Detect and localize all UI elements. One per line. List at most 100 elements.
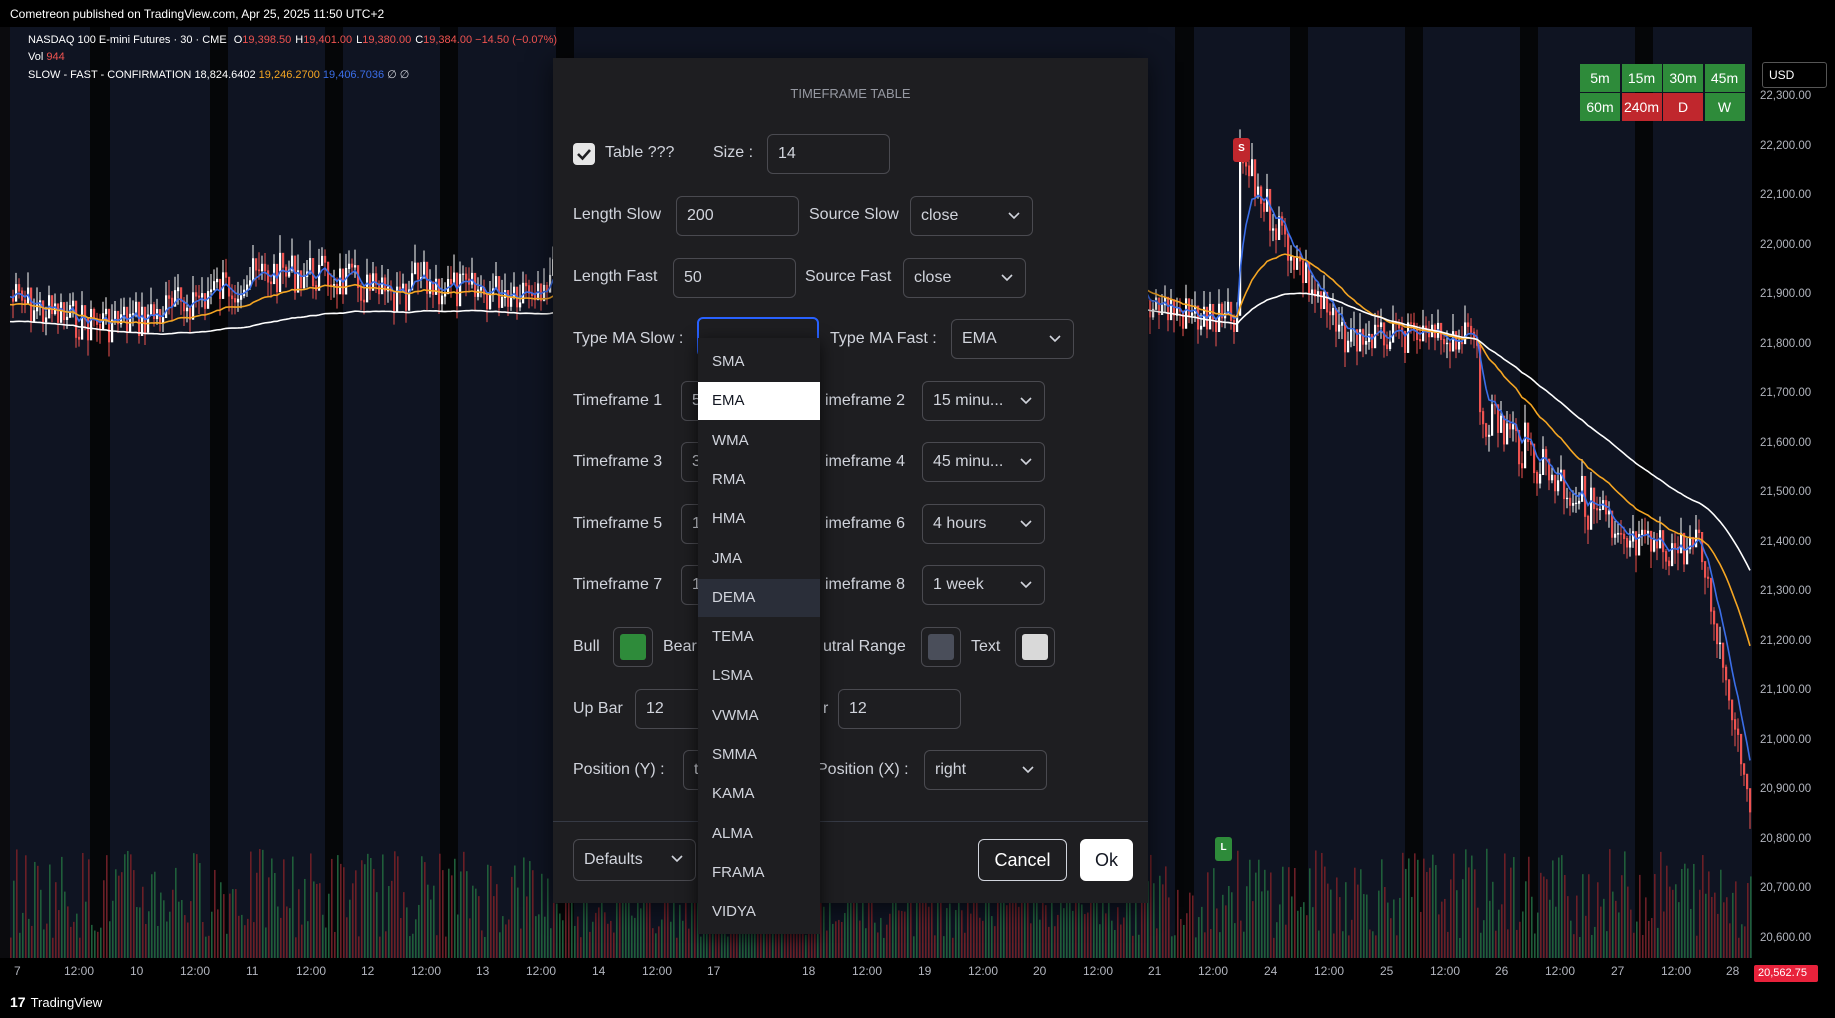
volume-bar bbox=[1726, 897, 1728, 958]
volume-bar bbox=[1549, 899, 1551, 958]
timeframe-6-select[interactable]: 4 hours bbox=[922, 504, 1045, 544]
volume-bar bbox=[1546, 879, 1548, 958]
volume-bar bbox=[1255, 872, 1257, 958]
time-tick-label: 12:00 bbox=[411, 964, 442, 978]
price-axis[interactable]: USD 20,562.75 22,300.00 22,200.00 22,100.0… bbox=[1752, 27, 1835, 983]
volume-bar bbox=[1657, 927, 1659, 958]
candle-body bbox=[1668, 560, 1671, 567]
volume-bar bbox=[1594, 926, 1596, 958]
long-signal-marker: L bbox=[1215, 837, 1232, 861]
candle-body bbox=[60, 302, 63, 323]
volume-bar bbox=[1723, 902, 1725, 958]
ma-option-vidya[interactable]: VIDYA bbox=[698, 893, 820, 931]
time-axis[interactable]: 7 12:00 10 12:00 11 12:00 12 12:00 13 12:00 14 12:0… bbox=[0, 958, 1752, 983]
candle-body bbox=[153, 304, 156, 320]
time-tick-label: 12:00 bbox=[642, 964, 673, 978]
length-slow-input[interactable]: 200 bbox=[676, 196, 799, 236]
volume-bar bbox=[1459, 937, 1461, 958]
candle-body bbox=[1731, 699, 1734, 721]
ma-option-ema[interactable]: EMA bbox=[698, 382, 820, 421]
volume-bar bbox=[1234, 923, 1236, 958]
session-break bbox=[1520, 27, 1538, 958]
ma-option-kama[interactable]: KAMA bbox=[698, 775, 820, 813]
volume-bar bbox=[1414, 853, 1416, 958]
timeframe-8-select[interactable]: 1 week bbox=[922, 565, 1045, 605]
ma-option-wma[interactable]: WMA bbox=[698, 422, 820, 460]
volume-bar bbox=[1558, 857, 1560, 958]
type-ma-fast-select[interactable]: EMA bbox=[951, 319, 1074, 359]
table-checkbox[interactable] bbox=[573, 143, 595, 165]
volume-bar bbox=[325, 927, 327, 958]
candle-body bbox=[1419, 338, 1422, 342]
candle-body bbox=[1287, 233, 1290, 261]
volume-bar bbox=[556, 903, 558, 958]
volume-bar bbox=[1531, 896, 1533, 958]
candle-body bbox=[1554, 474, 1557, 492]
ma-option-tema[interactable]: TEMA bbox=[698, 618, 820, 656]
volume-bar bbox=[43, 929, 45, 958]
timeframe-2-select[interactable]: 15 minu... bbox=[922, 381, 1045, 421]
volume-bar bbox=[1420, 911, 1422, 958]
volume-bar bbox=[1492, 881, 1494, 958]
ma-option-alma[interactable]: ALMA bbox=[698, 815, 820, 853]
volume-bar bbox=[166, 921, 168, 958]
ma-option-lsma[interactable]: LSMA bbox=[698, 657, 820, 695]
candle-body bbox=[1245, 162, 1248, 167]
price-tick-label: 21,300.00 bbox=[1760, 585, 1812, 597]
volume-bar bbox=[1252, 901, 1254, 958]
cancel-button[interactable]: Cancel bbox=[978, 839, 1067, 881]
size-input[interactable]: 14 bbox=[767, 134, 890, 174]
volume-bar bbox=[1345, 882, 1347, 958]
session-break bbox=[325, 27, 343, 958]
source-slow-select[interactable]: close bbox=[910, 196, 1033, 236]
table-label: Table ??? bbox=[605, 144, 675, 161]
length-fast-input[interactable]: 50 bbox=[673, 258, 796, 298]
volume-bar bbox=[1402, 852, 1404, 958]
candle-body bbox=[192, 292, 195, 320]
defaults-button[interactable]: Defaults bbox=[573, 839, 696, 881]
volume-bar bbox=[1465, 849, 1467, 958]
ma-option-smma[interactable]: SMMA bbox=[698, 736, 820, 774]
volume-bar bbox=[952, 937, 954, 958]
volume-bar bbox=[58, 910, 60, 958]
source-fast-select[interactable]: close bbox=[903, 258, 1026, 298]
bull-color-swatch[interactable] bbox=[613, 627, 653, 667]
position-x-value: right bbox=[935, 761, 967, 778]
candle-body bbox=[267, 270, 270, 283]
position-x-select[interactable]: right bbox=[924, 750, 1047, 790]
ma-option-sma[interactable]: SMA bbox=[698, 343, 820, 381]
ma-option-rma[interactable]: RMA bbox=[698, 461, 820, 499]
ma-option-hma[interactable]: HMA bbox=[698, 500, 820, 538]
candle-body bbox=[132, 313, 135, 315]
volume-bar bbox=[1273, 937, 1275, 958]
currency-selector[interactable]: USD bbox=[1762, 62, 1827, 88]
candle-body bbox=[333, 284, 336, 286]
text-color-swatch[interactable] bbox=[1015, 627, 1055, 667]
ma-option-jma[interactable]: JMA bbox=[698, 540, 820, 578]
ma-option-dema[interactable]: DEMA bbox=[698, 578, 820, 617]
volume-bar bbox=[1618, 912, 1620, 958]
time-tick-label: 12:00 bbox=[852, 964, 883, 978]
candle-body bbox=[480, 287, 483, 291]
chevron-down-icon bbox=[1020, 514, 1032, 534]
candle-body bbox=[1254, 159, 1257, 197]
volume-bar bbox=[1105, 913, 1107, 958]
volume-bar bbox=[1120, 924, 1122, 958]
volume-bar bbox=[319, 883, 321, 958]
neutral-color-swatch[interactable] bbox=[921, 627, 961, 667]
ma-option-vwma[interactable]: VWMA bbox=[698, 697, 820, 735]
candle-body bbox=[525, 282, 528, 287]
ma-type-dropdown[interactable]: SMA EMA WMA RMA HMA JMA DEMA TEMA LSMA VWMA SMMA KA… bbox=[698, 338, 820, 934]
ma-option-frama[interactable]: FRAMA bbox=[698, 854, 820, 892]
volume-bar bbox=[1249, 859, 1251, 958]
ok-button[interactable]: Ok bbox=[1080, 839, 1133, 881]
volume-bar bbox=[1396, 935, 1398, 958]
volume-bar bbox=[658, 926, 660, 958]
volume-bar bbox=[88, 859, 90, 958]
timeframe-4-select[interactable]: 45 minu... bbox=[922, 442, 1045, 482]
down-bar-input[interactable]: 12 bbox=[838, 689, 961, 729]
candle-body bbox=[429, 281, 432, 294]
volume-bar bbox=[1552, 860, 1554, 958]
volume-bar bbox=[1327, 883, 1329, 958]
timeframe-3-label: Timeframe 3 bbox=[573, 453, 663, 470]
